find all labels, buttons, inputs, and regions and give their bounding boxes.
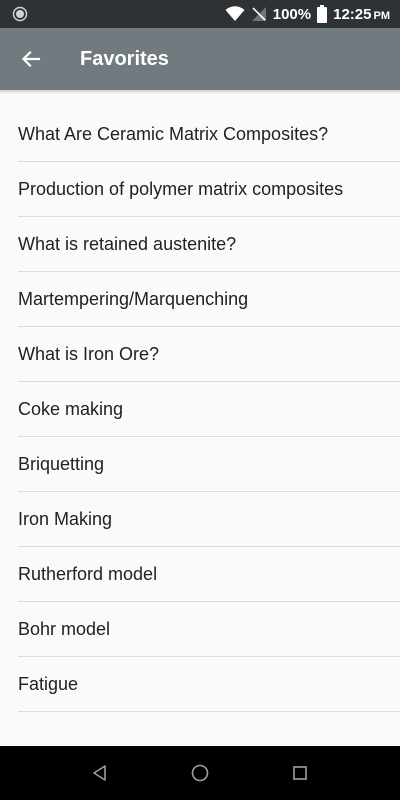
list-item[interactable]: What is Iron Ore?	[0, 327, 400, 382]
list-item[interactable]: Iron Making	[0, 492, 400, 547]
app-bar: Favorites	[0, 28, 400, 90]
status-indicators: 100% 12:25 PM	[225, 0, 390, 28]
square-recents-icon	[293, 766, 307, 780]
wifi-icon	[225, 6, 245, 22]
clock: 12:25 PM	[333, 6, 390, 23]
app-bar-shadow	[0, 90, 400, 94]
list-item[interactable]: Rutherford model	[0, 547, 400, 602]
list-item-label: What Are Ceramic Matrix Composites?	[18, 124, 329, 144]
list-item[interactable]: Briquetting	[0, 437, 400, 492]
list-item[interactable]: Martempering/Marquenching	[0, 272, 400, 327]
list-item-label: Rutherford model	[18, 564, 158, 584]
nav-home-button[interactable]	[185, 758, 215, 788]
battery-percent: 100%	[272, 5, 312, 23]
list-item-label: Iron Making	[18, 509, 113, 529]
back-button[interactable]	[14, 42, 48, 76]
list-item-label: Coke making	[18, 399, 124, 419]
list-item[interactable]: Fatigue	[0, 657, 400, 712]
clock-ampm: PM	[373, 9, 391, 22]
list-item[interactable]: Bohr model	[0, 602, 400, 657]
notification-circle-icon	[12, 6, 28, 22]
favorites-list: What Are Ceramic Matrix Composites? Prod…	[0, 107, 400, 712]
list-item-label: What is retained austenite?	[18, 234, 237, 254]
no-signal-icon	[251, 6, 267, 22]
list-item-label: Fatigue	[18, 674, 79, 694]
list-item-label: What is Iron Ore?	[18, 344, 160, 364]
clock-time: 12:25	[333, 5, 372, 23]
status-bar: 100% 12:25 PM	[0, 0, 400, 28]
list-item[interactable]: Coke making	[0, 382, 400, 437]
list-item-label: Briquetting	[18, 454, 105, 474]
battery-icon	[317, 5, 328, 23]
nav-recents-button[interactable]	[285, 758, 315, 788]
arrow-left-icon	[21, 50, 41, 68]
nav-back-button[interactable]	[85, 758, 115, 788]
system-nav-bar	[0, 746, 400, 800]
list-item[interactable]: Production of polymer matrix composites	[0, 162, 400, 217]
list-item-label: Production of polymer matrix composites	[18, 179, 344, 199]
page-title: Favorites	[80, 48, 169, 70]
list-item[interactable]: What is retained austenite?	[0, 217, 400, 272]
circle-home-icon	[191, 764, 209, 782]
list-item-label: Bohr model	[18, 619, 111, 639]
list-item-label: Martempering/Marquenching	[18, 289, 249, 309]
triangle-back-icon	[93, 765, 106, 781]
list-item[interactable]: What Are Ceramic Matrix Composites?	[0, 107, 400, 162]
